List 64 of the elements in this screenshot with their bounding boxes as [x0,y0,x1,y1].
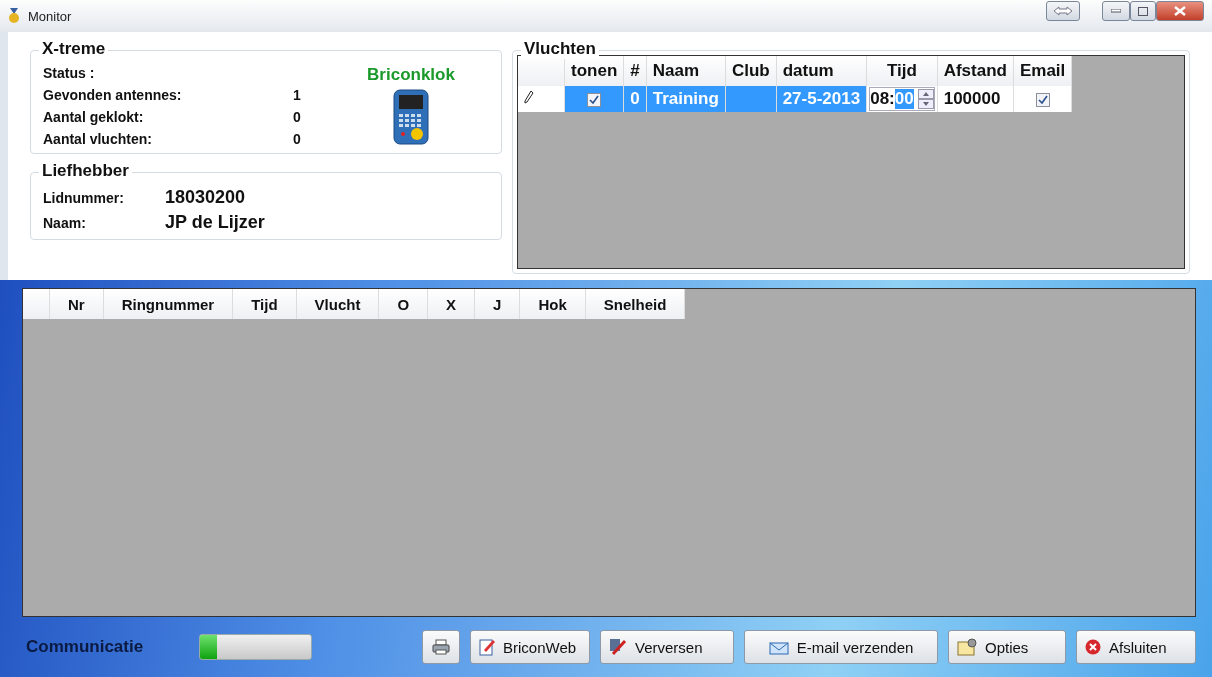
column-header[interactable]: Hok [519,289,586,319]
close-icon [1174,6,1186,16]
toolbar-button[interactable]: Afsluiten [1076,630,1196,664]
notepad-icon [479,638,495,656]
column-header[interactable]: J [474,289,520,319]
resize-button[interactable] [1046,1,1080,21]
handheld-device-icon [393,89,429,145]
column-header[interactable]: X [427,289,475,319]
field-value: JP de Lijzer [165,212,266,233]
field-label: Status : [43,65,96,81]
column-header[interactable]: Naam [646,56,726,86]
column-header[interactable]: Tijd [866,56,938,86]
spin-arrows-icon[interactable] [917,89,934,109]
maximize-button[interactable] [1130,1,1156,21]
close-button[interactable] [1156,1,1204,21]
hours-text: 08: [870,89,895,109]
toolbar-button[interactable]: Verversen [600,630,734,664]
tools-icon [609,638,627,656]
close-icon [1085,639,1101,655]
column-header[interactable]: # [623,56,647,86]
field-label: Aantal geklokt: [43,109,145,125]
field-label: Lidnummer: [43,189,125,206]
column-header[interactable]: Snelheid [585,289,685,319]
field-value: 18030200 [165,187,247,208]
device-name: Briconklok [367,65,455,85]
checkbox[interactable] [1035,92,1050,107]
maximize-icon [1138,6,1148,16]
column-header[interactable]: Vlucht [296,289,379,319]
toolbar-button[interactable]: BriconWeb [470,630,590,664]
table-cell: Training [646,86,726,112]
field-label: Aantal vluchten: [43,131,153,147]
toolbar-button[interactable]: Opties [948,630,1066,664]
column-header[interactable]: Email [1013,56,1072,86]
printer-icon [432,639,450,655]
field-label: Naam: [43,214,87,231]
group-title: Vluchten [521,39,599,59]
column-header[interactable]: Nr [49,289,104,319]
field-value: 0 [293,131,302,147]
table-cell: 27-5-2013 [776,86,867,112]
table-cell: 100000 [937,86,1014,112]
field-value: 0 [293,109,302,125]
toolbar-button[interactable]: E-mail verzenden [744,630,938,664]
field-label: Gevonden antennes: [43,87,183,103]
table-cell: 0 [623,86,647,112]
envelope-icon [768,639,789,655]
minimize-icon [1111,9,1121,13]
print-button[interactable] [422,630,460,664]
field-value: 1 [293,87,302,103]
settings-icon [957,638,977,656]
pencil-icon [524,90,534,104]
window-title: Monitor [28,8,73,24]
medal-icon [8,8,20,24]
column-header[interactable]: Club [725,56,777,86]
status-label: Communicatie [26,637,145,657]
double-arrow-icon [1053,6,1073,16]
minimize-button[interactable] [1102,1,1130,21]
minutes-text: 00 [894,89,914,109]
column-header[interactable]: Afstand [937,56,1014,86]
column-header[interactable]: O [378,289,428,319]
column-header[interactable]: Ringnummer [103,289,233,319]
time-spinner[interactable]: 08:00 [869,87,935,111]
checkbox[interactable] [587,92,602,107]
column-header[interactable]: datum [776,56,867,86]
column-header[interactable]: Tijd [232,289,297,319]
